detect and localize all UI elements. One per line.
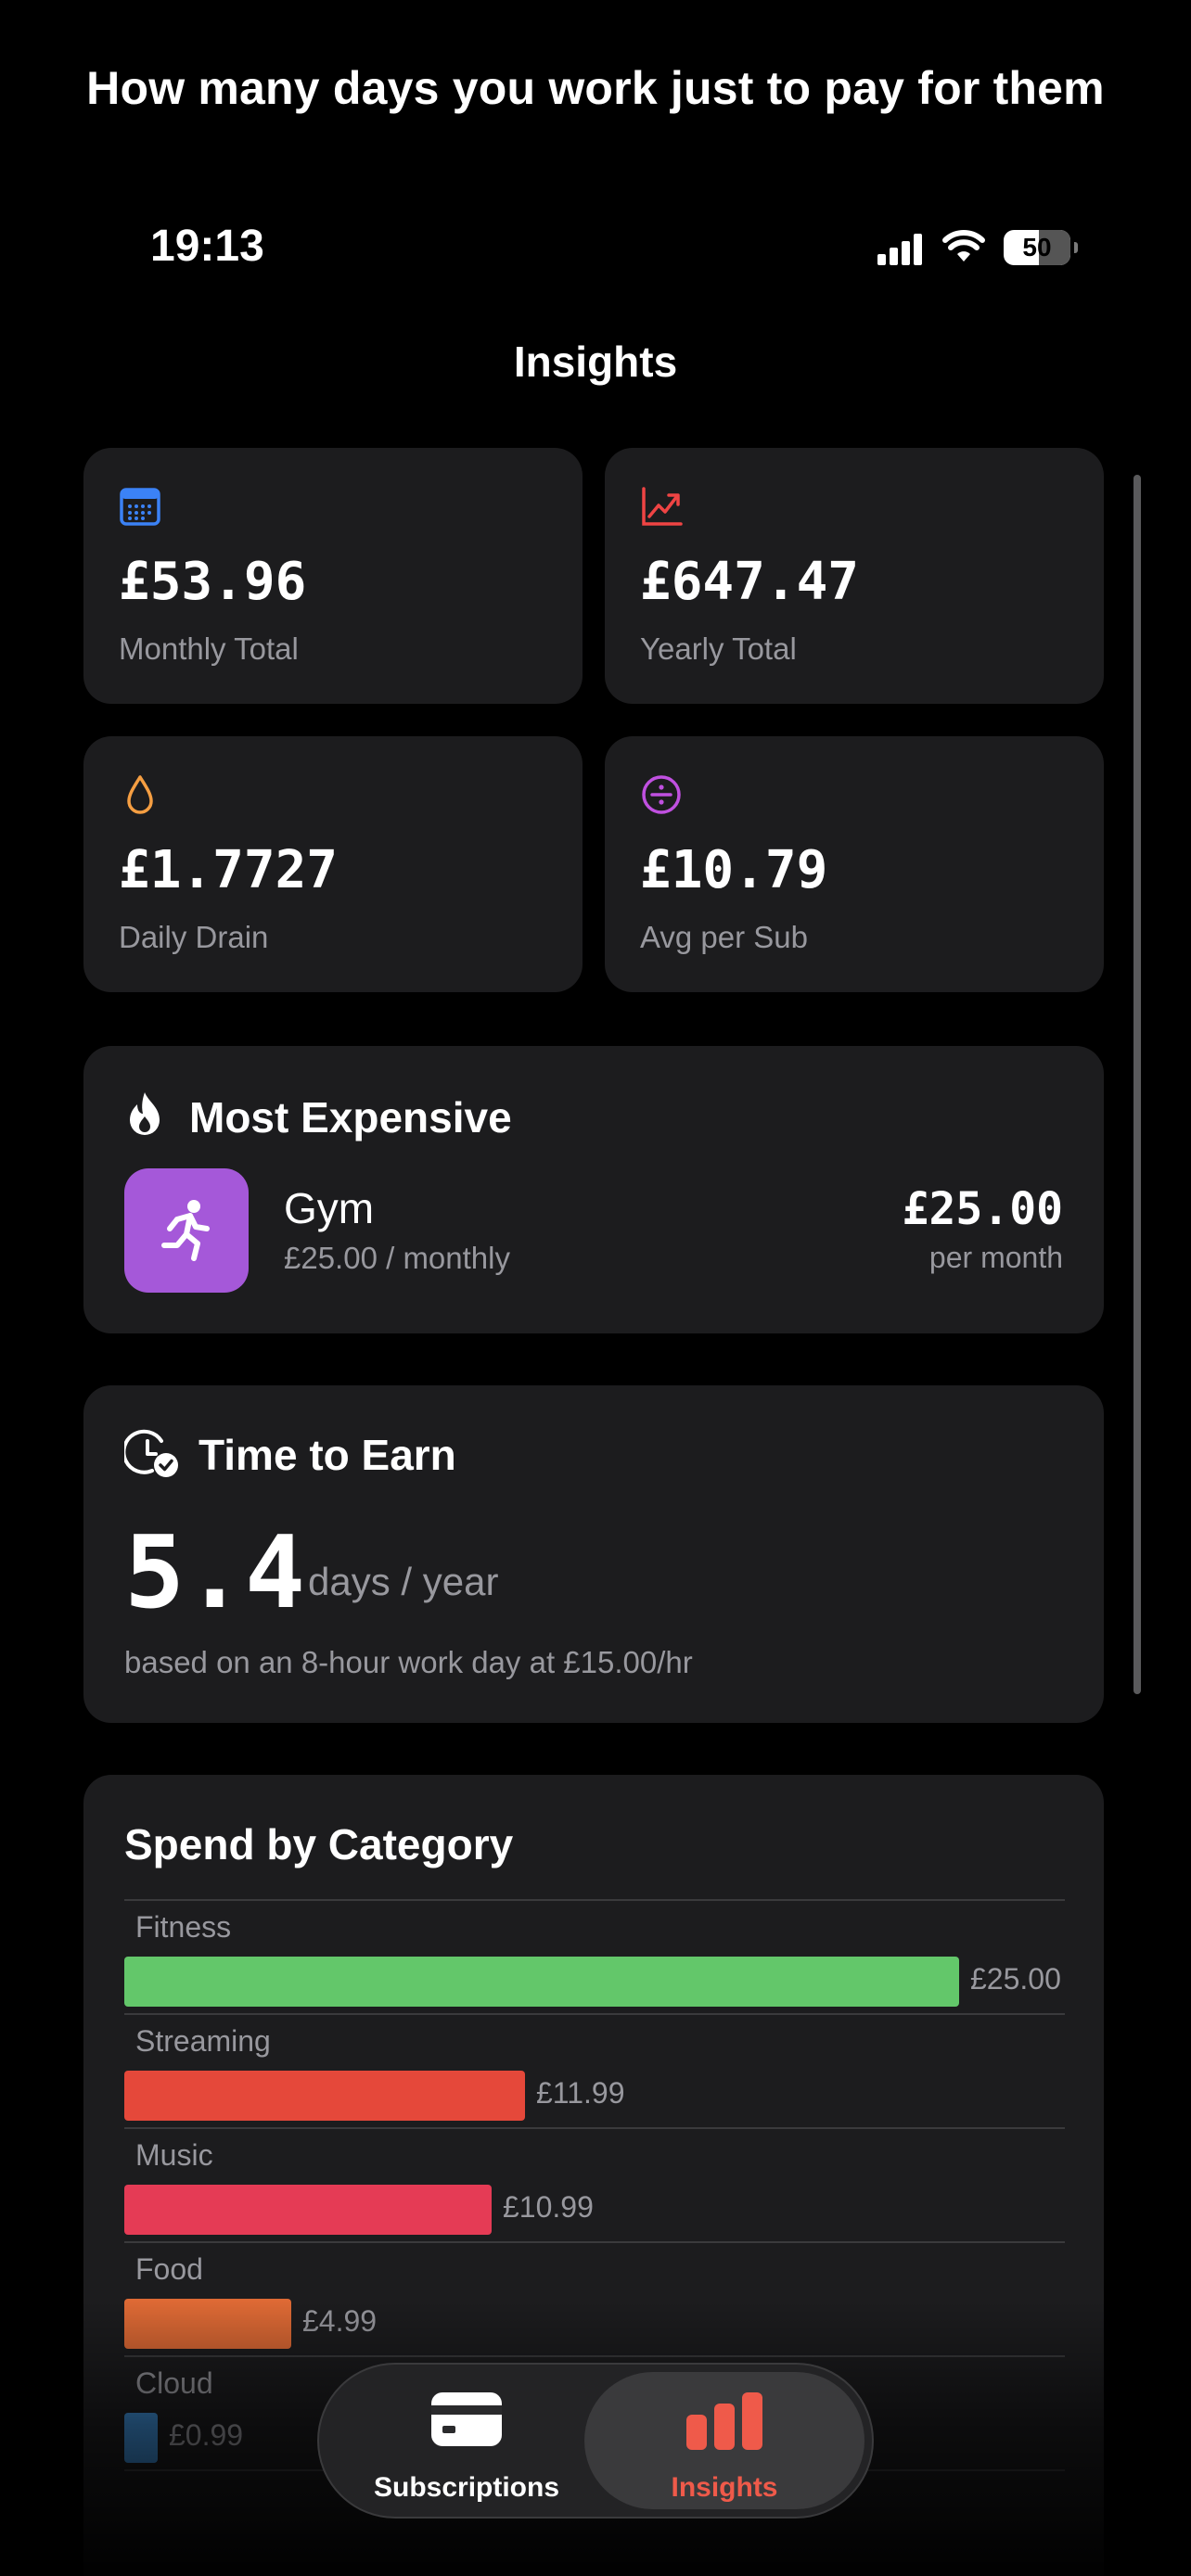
category-name: Music [135, 2138, 213, 2172]
headline: How many days you work just to pay for t… [86, 62, 1105, 114]
most-expensive-card[interactable]: Most Expensive Gym £25.00 / monthly £25.… [83, 1046, 1104, 1333]
tab-insights[interactable]: Insights [584, 2372, 864, 2509]
monthly-total-label: Monthly Total [119, 631, 299, 666]
gym-app-tile [124, 1168, 249, 1293]
days-per-year-value: 5.4 [124, 1515, 306, 1631]
tab-bar: Subscriptions Insights [317, 2363, 874, 2519]
tab-insights-label: Insights [671, 2472, 778, 2503]
category-row: Music £10.99 [124, 2127, 1065, 2241]
credit-card-icon [431, 2392, 502, 2446]
stat-card-yearly-total: £647.47 Yearly Total [605, 448, 1104, 704]
yearly-total-label: Yearly Total [640, 631, 797, 666]
avg-per-sub-label: Avg per Sub [640, 920, 809, 954]
stat-card-monthly-total: £53.96 Monthly Total [83, 448, 583, 704]
stat-card-daily-drain: £1.7727 Daily Drain [83, 736, 583, 992]
status-time: 19:13 [150, 222, 264, 271]
days-per-year-unit: days / year [308, 1560, 499, 1603]
category-name: Food [135, 2252, 203, 2286]
drop-icon [127, 775, 153, 814]
bar-chart-icon [686, 2392, 762, 2450]
subscription-price: £25.00 [902, 1183, 1063, 1235]
wifi-icon [942, 230, 985, 261]
monthly-total-value: £53.96 [119, 552, 307, 612]
category-amount: £11.99 [536, 2076, 625, 2110]
avg-per-sub-value: £10.79 [640, 840, 828, 900]
category-bar [124, 2071, 525, 2121]
category-name: Streaming [135, 2024, 271, 2058]
category-bar [124, 1957, 959, 2007]
subscription-cycle: £25.00 / monthly [284, 1241, 510, 1275]
battery-icon: 50 [1004, 230, 1078, 265]
running-figure-icon [161, 1200, 210, 1261]
most-expensive-title: Most Expensive [189, 1093, 512, 1141]
stat-card-avg-per-sub: £10.79 Avg per Sub [605, 736, 1104, 992]
calendar-icon [120, 488, 160, 526]
tab-subscriptions[interactable]: Subscriptions [328, 2372, 605, 2509]
time-to-earn-title: Time to Earn [198, 1431, 456, 1479]
category-name: Fitness [135, 1910, 232, 1944]
category-bar [124, 2185, 492, 2235]
divide-icon [642, 775, 681, 814]
page-title: Insights [513, 338, 678, 386]
price-period: per month [928, 1241, 1063, 1274]
phone-screen: 19:13 50 Insights £53.96 Monthly Total £… [43, 185, 1148, 2576]
work-rate-note: based on an 8-hour work day at £15.00/hr [124, 1645, 693, 1679]
chart-line-icon [642, 487, 683, 526]
flame-icon [130, 1092, 160, 1135]
scrollbar[interactable] [1133, 475, 1141, 1694]
subscription-name: Gym [284, 1184, 375, 1232]
time-to-earn-card: Time to Earn 5.4 days / year based on an… [83, 1385, 1104, 1723]
category-row: Streaming £11.99 [124, 2013, 1065, 2127]
battery-level: 50 [1022, 233, 1052, 261]
daily-drain-value: £1.7727 [119, 840, 339, 900]
daily-drain-label: Daily Drain [119, 920, 269, 954]
category-amount: £25.00 [970, 1962, 1061, 1996]
clock-check-icon [124, 1429, 178, 1477]
tab-subscriptions-label: Subscriptions [373, 2472, 560, 2503]
cellular-signal-icon [877, 234, 922, 265]
yearly-total-value: £647.47 [640, 552, 860, 612]
category-row: Fitness £25.00 [124, 1899, 1065, 2013]
spend-by-category-title: Spend by Category [124, 1820, 514, 1868]
category-amount: £10.99 [503, 2190, 594, 2224]
status-bar: 19:13 50 [43, 185, 1148, 315]
